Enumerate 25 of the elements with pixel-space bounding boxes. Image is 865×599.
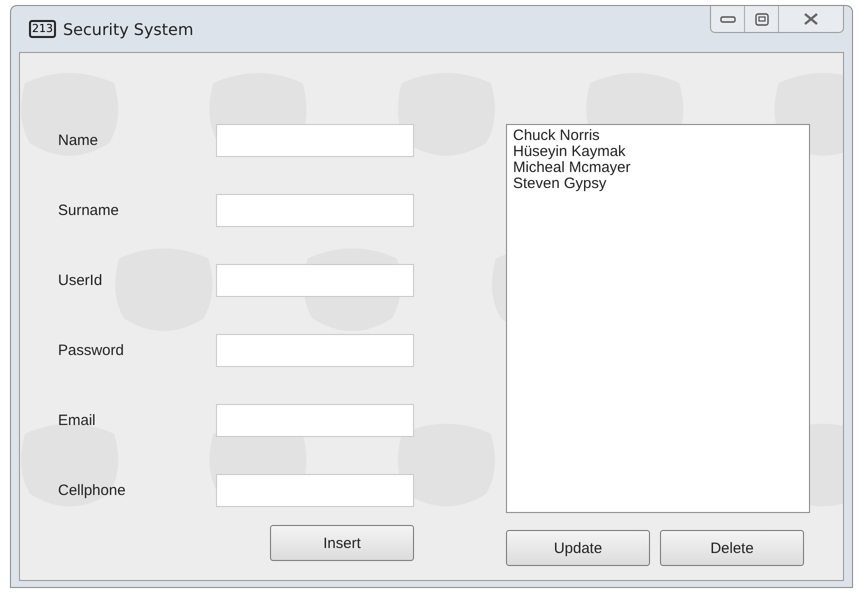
list-box[interactable]: Chuck Norris Hüseyin Kaymak Micheal Mcmayer Steven Gypsy [506,124,810,513]
maximize-icon [754,12,768,26]
input-field[interactable] [216,404,414,437]
list-item[interactable]: Chuck Norris [513,128,803,144]
field-label: Password [58,342,124,359]
delete-button[interactable]: Delete [660,530,804,566]
field-label: Email [58,412,96,429]
close-icon [803,13,819,25]
update-button[interactable]: Update [506,530,650,566]
input-field[interactable] [216,264,414,297]
app-icon: 213 [29,20,56,38]
input-field[interactable] [216,474,414,507]
list-item[interactable]: Micheal Mcmayer [513,160,803,176]
input-field[interactable] [216,194,414,227]
field-label: Name [58,132,98,149]
field-label: UserId [58,272,102,289]
input-field[interactable] [216,124,414,157]
insert-button[interactable]: Insert [270,525,414,561]
minimize-icon [720,14,736,24]
list-item[interactable]: Hüseyin Kaymak [513,144,803,160]
input-field[interactable] [216,334,414,367]
field-label: Surname [58,202,119,219]
window-title: Security System [63,20,194,38]
list-item[interactable]: Steven Gypsy [513,176,803,192]
field-label: Cellphone [58,482,126,499]
